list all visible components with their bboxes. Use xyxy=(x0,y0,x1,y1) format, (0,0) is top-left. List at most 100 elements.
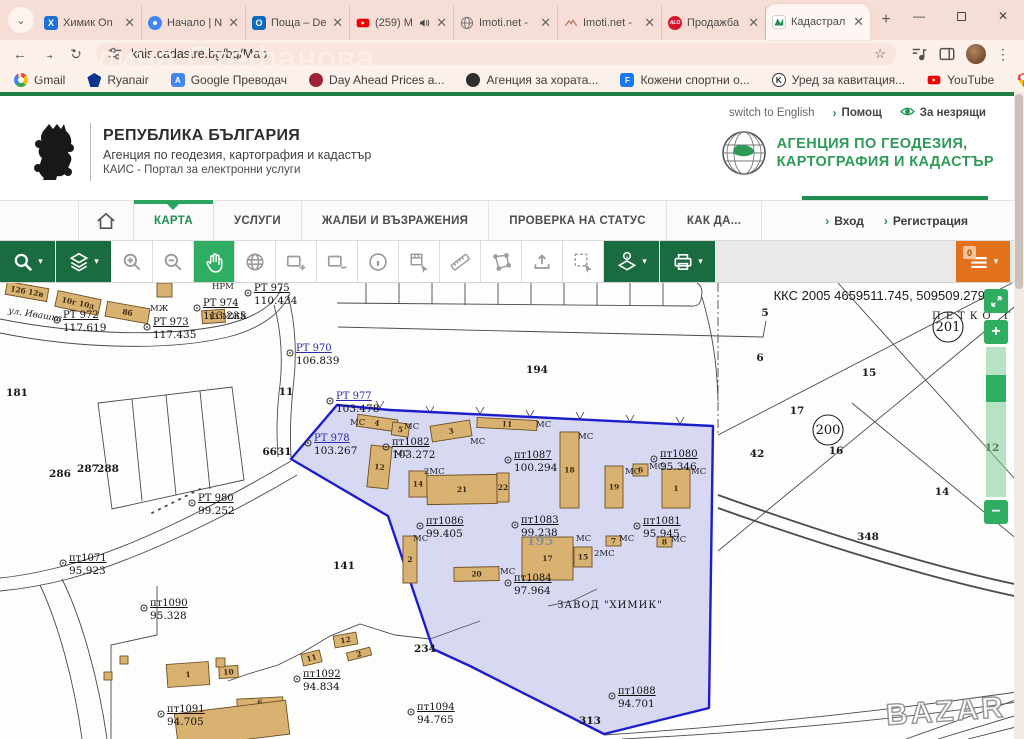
svg-text:пт1086: пт1086 xyxy=(426,516,464,527)
close-button[interactable]: ✕ xyxy=(982,0,1024,32)
toolbar-button-layers[interactable]: ▾ xyxy=(56,241,112,282)
building-type-label: МС xyxy=(576,534,591,544)
auth-link[interactable]: ›Вход xyxy=(825,214,864,228)
zoom-out-button[interactable]: − xyxy=(984,500,1008,524)
toolbar-button-search[interactable]: ▾ xyxy=(0,241,56,282)
toolbar-button-upload[interactable] xyxy=(522,241,563,282)
tab-close-icon[interactable]: ✕ xyxy=(228,15,239,31)
browser-menu-icon[interactable]: ⋮ xyxy=(996,46,1010,63)
toolbar-button-layers-info[interactable]: ▾ xyxy=(604,241,660,282)
toolbar-button-zoom-in[interactable] xyxy=(112,241,153,282)
bookmark-item[interactable]: Day Ahead Prices a... xyxy=(309,73,444,87)
auth-link[interactable]: ›Регистрация xyxy=(884,214,968,228)
tab-search-button[interactable]: ⌄ xyxy=(8,7,34,33)
svg-text:12: 12 xyxy=(374,462,385,472)
browser-tab[interactable]: ALOПродажба✕ xyxy=(662,6,766,40)
page-scrollbar[interactable] xyxy=(1014,92,1024,739)
nav-item-проверка-на-статус[interactable]: ПРОВЕРКА НА СТАТУС xyxy=(489,201,667,240)
browser-tab[interactable]: Кадастрал✕ xyxy=(766,4,870,40)
media-controls-icon[interactable] xyxy=(910,45,928,63)
building-type-label: МС xyxy=(500,567,515,577)
mountain-icon xyxy=(564,16,578,30)
toolbar-button-measure-scale[interactable] xyxy=(399,241,440,282)
bookmark-star-icon[interactable]: ☆ xyxy=(874,46,886,62)
tab-audio-icon[interactable] xyxy=(419,17,431,29)
bookmark-item[interactable]: Maps xyxy=(1016,73,1024,87)
bookmark-item[interactable]: Ryanair xyxy=(87,73,148,87)
tab-strip-tabs: XХимик On✕Начало | N✕OПоща – De✕(259) М✕… xyxy=(38,0,870,40)
browser-tab[interactable]: Imoti.net -✕ xyxy=(558,6,662,40)
zoom-slider-thumb[interactable] xyxy=(986,375,1006,402)
browser-tab[interactable]: OПоща – De✕ xyxy=(246,6,350,40)
toolbar-button-info[interactable] xyxy=(358,241,399,282)
map-viewport[interactable]: 453111214212218196122017157812б 12в10г 1… xyxy=(0,283,1024,739)
tab-close-icon[interactable]: ✕ xyxy=(644,15,655,31)
browser-tab[interactable]: Imoti.net - ✕ xyxy=(454,6,558,40)
site-info-icon[interactable] xyxy=(106,45,124,63)
browser-tab[interactable]: XХимик On✕ xyxy=(38,6,142,40)
nav-item-карта[interactable]: КАРТА xyxy=(134,201,214,240)
x-app-icon: X xyxy=(44,16,58,30)
side-panel-icon[interactable] xyxy=(938,45,956,63)
building-type-label: МС xyxy=(691,467,706,477)
browser-tab[interactable]: (259) М✕ xyxy=(350,6,454,40)
fullscreen-button[interactable] xyxy=(984,289,1008,313)
accessibility-link[interactable]: За незрящи xyxy=(900,106,986,120)
browser-tab[interactable]: Начало | N✕ xyxy=(142,6,246,40)
bookmark-item[interactable]: Gmail xyxy=(14,73,65,87)
help-link[interactable]: ›Помощ xyxy=(833,106,882,120)
svg-text:20: 20 xyxy=(471,570,482,579)
toolbar-button-select-region[interactable] xyxy=(563,241,604,282)
toolbar-button-pan-hand[interactable] xyxy=(194,241,235,282)
building-type-label: МС xyxy=(470,437,485,447)
bookmark-item[interactable]: FКожени спортни о... xyxy=(620,73,749,87)
back-button[interactable]: ← xyxy=(8,42,32,66)
bookmark-item[interactable]: YouTube xyxy=(927,73,994,87)
toolbar-button-globe[interactable] xyxy=(235,241,276,282)
page-scrollbar-thumb[interactable] xyxy=(1015,94,1023,289)
toolbar-button-measure-ruler[interactable] xyxy=(440,241,481,282)
tab-close-icon[interactable]: ✕ xyxy=(540,15,551,31)
parcel-label: 6 xyxy=(756,352,763,364)
parcel-label: 286 xyxy=(49,468,71,480)
toolbar-buttons: ▾▾▾▾ xyxy=(0,241,716,282)
nav-item-услуги[interactable]: УСЛУГИ xyxy=(214,201,302,240)
parcel-label: 5 xyxy=(761,307,768,319)
toolbar-button-print[interactable]: ▾ xyxy=(660,241,716,282)
coat-of-arms-lion-icon xyxy=(30,118,78,185)
upload-icon xyxy=(531,251,553,273)
minimize-button[interactable]: — xyxy=(898,0,940,32)
toolbar-button-orders-menu[interactable]: 0▾ xyxy=(956,241,1010,282)
forward-button[interactable]: → xyxy=(36,42,60,66)
tab-close-icon[interactable]: ✕ xyxy=(436,15,447,31)
svg-text:пт1080: пт1080 xyxy=(660,449,698,460)
toolbar-button-rect-zoom-out[interactable] xyxy=(317,241,358,282)
svg-text:пт1091: пт1091 xyxy=(167,704,205,715)
omnibox[interactable]: kais.cadastre.bg/bg/Map ☆ xyxy=(96,43,896,65)
bookmark-item[interactable]: AGoogle Преводач xyxy=(171,73,287,87)
reload-button[interactable]: ↻ xyxy=(64,42,88,66)
tab-close-icon[interactable]: ✕ xyxy=(332,15,343,31)
bookmark-item[interactable]: KУред за кавитация... xyxy=(772,73,905,87)
bookmark-item[interactable]: Агенция за хората... xyxy=(466,73,598,87)
switch-language-link[interactable]: switch to English xyxy=(729,107,815,119)
zoom-slider[interactable] xyxy=(986,347,1006,497)
tab-close-icon[interactable]: ✕ xyxy=(124,15,135,31)
brand: РЕПУБЛИКА БЪЛГАРИЯ Агенция по геодезия, … xyxy=(30,118,371,185)
tab-title: Imoti.net - xyxy=(479,17,535,29)
tab-close-icon[interactable]: ✕ xyxy=(853,14,864,30)
toolbar-button-zoom-out[interactable] xyxy=(153,241,194,282)
nav-item-как-да-[interactable]: КАК ДА... xyxy=(667,201,762,240)
zoom-in-button[interactable]: + xyxy=(984,320,1008,344)
toolbar-button-measure-area[interactable] xyxy=(481,241,522,282)
restore-button[interactable] xyxy=(940,0,982,32)
parcel-label: 15 xyxy=(862,367,877,379)
nav-item-жалби-и-възражения[interactable]: ЖАЛБИ И ВЪЗРАЖЕНИЯ xyxy=(302,201,489,240)
toolbar-button-rect-zoom-in[interactable] xyxy=(276,241,317,282)
profile-avatar[interactable] xyxy=(966,44,986,64)
address-bar: ← → ↻ kais.cadastre.bg/bg/Map ☆ xyxy=(0,40,1024,68)
nav-home-button[interactable] xyxy=(78,201,134,240)
tab-close-icon[interactable]: ✕ xyxy=(748,15,759,31)
new-tab-button[interactable]: + xyxy=(874,8,898,32)
agency-name-line2: КАРТОГРАФИЯ И КАДАСТЪР xyxy=(777,153,994,171)
